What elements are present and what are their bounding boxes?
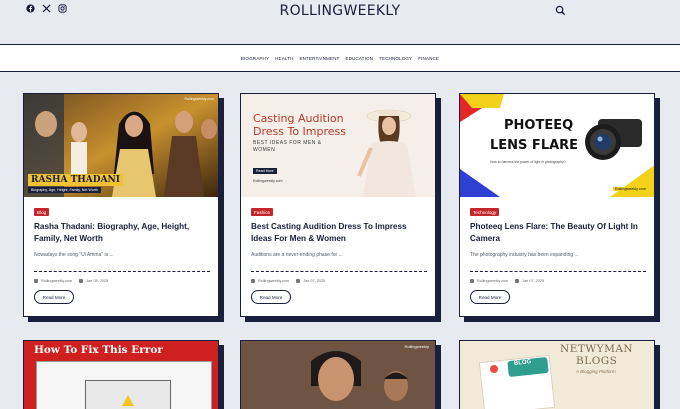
nav-item-finance[interactable]: FINANCE: [418, 56, 439, 61]
post-thumbnail[interactable]: Casting Audition Dress To Impress BEST I…: [241, 94, 435, 197]
thumb-heading: How To Fix This Error: [34, 344, 163, 356]
post-card: RASHA THADANI Biography, Age, Height, Fa…: [23, 93, 219, 317]
nav-item-biography[interactable]: BIOGRAPHY: [241, 56, 269, 61]
post-card: Casting Audition Dress To Impress BEST I…: [240, 93, 436, 317]
read-more-button[interactable]: Read More: [470, 290, 510, 304]
site-header: ROLLINGWEEKLY: [0, 0, 680, 44]
post-date: Jan 08, 2025: [86, 279, 109, 283]
post-author[interactable]: Rollingweekly.com: [477, 279, 508, 283]
post-title[interactable]: Photeeq Lens Flare: The Beauty Of Light …: [470, 221, 648, 245]
read-more-button[interactable]: Read More: [251, 290, 291, 304]
post-title[interactable]: Best Casting Audition Dress To Impress I…: [251, 221, 429, 245]
post-excerpt: Nowadays the song "Ui Amma" is ...: [34, 252, 114, 258]
divider: [34, 271, 210, 272]
post-date: Jan 07, 2025: [522, 279, 545, 283]
post-excerpt: Auditions are a never-ending phase for .…: [251, 252, 343, 258]
post-author[interactable]: Rollingweekly.com: [41, 279, 72, 283]
nav-item-health[interactable]: HEALTH: [275, 56, 293, 61]
post-card[interactable]: Rollingweekly: [240, 340, 436, 409]
user-icon: [470, 279, 474, 283]
thumb-heading-line2: BLOGS: [576, 355, 618, 367]
warning-icon: [122, 395, 134, 406]
calendar-icon: [296, 279, 301, 283]
thumb-brand: Rollingweekly.com: [184, 97, 215, 101]
nav-item-entertainment[interactable]: ENTERTAINMENT: [300, 56, 340, 61]
post-date: Jan 07, 2025: [303, 279, 326, 283]
read-more-button[interactable]: Read More: [34, 290, 74, 304]
thumb-heading-line2: LENS FLARE: [490, 138, 579, 153]
post-meta: Rollingweekly.com Jan 07, 2025: [251, 279, 325, 283]
error-dialog: [85, 380, 171, 409]
nav-item-technology[interactable]: TECHNOLOGY: [379, 56, 412, 61]
category-badge[interactable]: Technology: [470, 208, 500, 216]
search-icon[interactable]: [555, 3, 567, 16]
thumb-heading-line2: Dress To Impress: [253, 125, 347, 138]
divider: [470, 271, 646, 272]
nav-item-education[interactable]: EDUCATION: [345, 56, 373, 61]
post-meta: Rollingweekly.com Jan 07, 2025: [470, 279, 544, 283]
post-card: PHOTEEQ LENS FLARE How to harness the po…: [459, 93, 655, 317]
divider: [251, 271, 427, 272]
post-title[interactable]: Rasha Thadani: Biography, Age, Height, F…: [34, 221, 212, 245]
post-meta: Rollingweekly.com Jan 08, 2025: [34, 279, 108, 283]
user-icon: [34, 279, 38, 283]
post-thumbnail[interactable]: RASHA THADANI Biography, Age, Height, Fa…: [24, 94, 218, 197]
thumb-subtext: Biography, Age, Height, Family, Net Wort…: [28, 187, 101, 193]
calendar-icon: [79, 279, 84, 283]
thumb-heading-line1: Casting Audition: [253, 112, 344, 125]
thumb-heading-line1: NETWYMAN: [560, 343, 634, 355]
category-badge[interactable]: Blog: [34, 208, 50, 216]
thumb-brand: Rollingweekly: [404, 344, 429, 349]
thumb-heading-line1: PHOTEEQ: [504, 118, 574, 133]
thumb-subtext: A Blogging Platform: [576, 369, 616, 374]
site-logo[interactable]: ROLLINGWEEKLY: [0, 3, 680, 19]
post-author[interactable]: Rollingweekly.com: [258, 279, 289, 283]
post-card[interactable]: How To Fix This Error: [23, 340, 219, 409]
error-window: [36, 361, 212, 409]
post-excerpt: The photography industry has been expand…: [470, 252, 579, 258]
thumb-heading: RASHA THADANI: [28, 174, 123, 186]
calendar-icon: [515, 279, 520, 283]
thumb-subtext: How to harness the power of light in pho…: [490, 160, 566, 164]
post-card[interactable]: NETWYMAN BLOGS A Blogging Platform BLOG: [459, 340, 655, 409]
user-icon: [251, 279, 255, 283]
category-badge[interactable]: Fashion: [251, 208, 274, 216]
thumb-tag: Read More: [253, 168, 277, 174]
thumb-subtext: BEST IDEAS FOR MEN & WOMEN: [253, 140, 322, 153]
main-nav: BIOGRAPHY HEALTH ENTERTAINMENT EDUCATION…: [0, 44, 680, 72]
post-thumbnail[interactable]: PHOTEEQ LENS FLARE How to harness the po…: [460, 94, 654, 197]
thumb-brand: Rollingweekly.com: [253, 179, 283, 183]
thumb-brand: Rollingweekly.com: [612, 187, 648, 191]
